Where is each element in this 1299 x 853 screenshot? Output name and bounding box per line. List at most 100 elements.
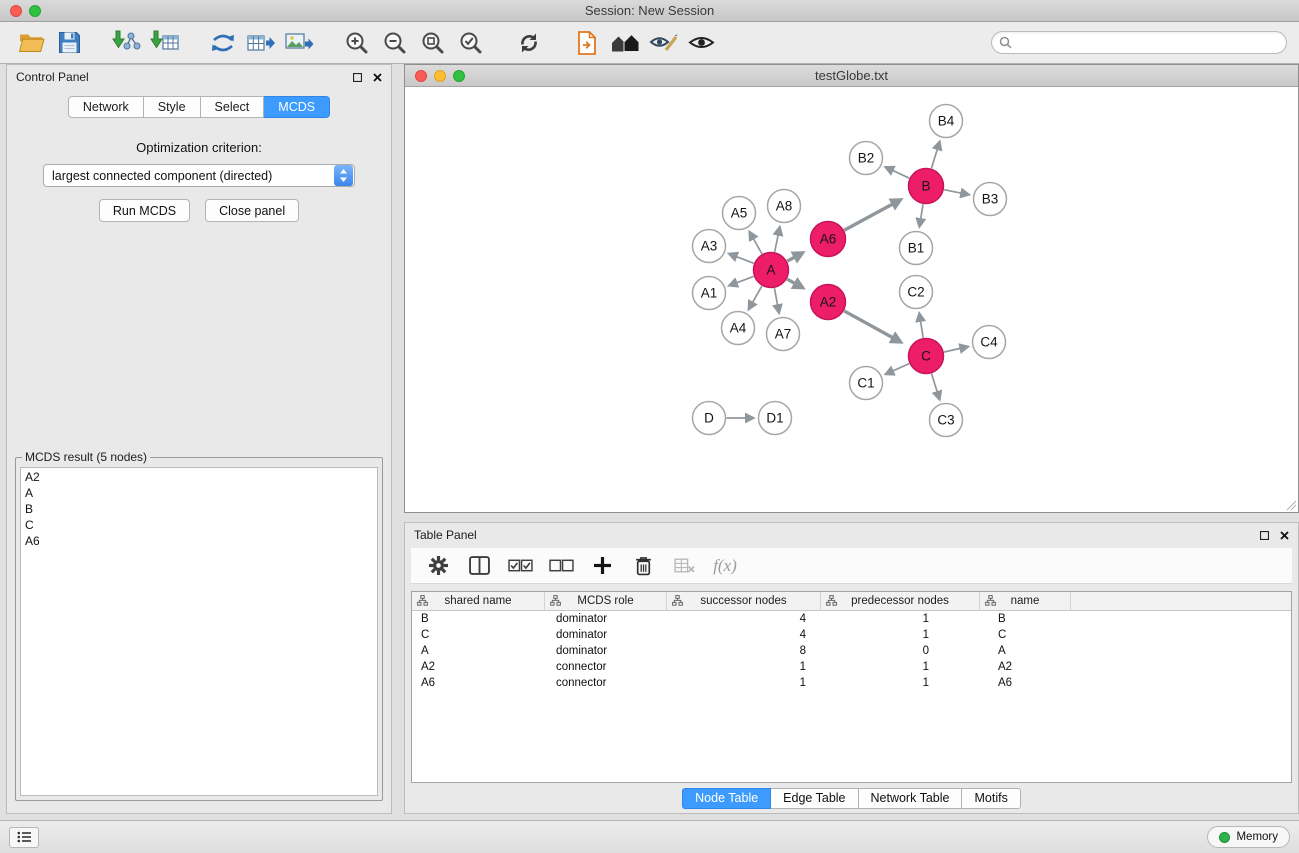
- graph-edge-A-A2[interactable]: [787, 279, 802, 288]
- table-row-a[interactable]: Adominator80A: [412, 643, 1291, 659]
- close-panel-button[interactable]: Close panel: [205, 199, 299, 222]
- graph-edge-B-B2[interactable]: [886, 168, 909, 179]
- table-cell[interactable]: C: [980, 629, 1071, 641]
- open-session-button[interactable]: [14, 26, 48, 60]
- graph-node-B2[interactable]: B2: [850, 142, 883, 175]
- tab-edge-table[interactable]: Edge Table: [771, 788, 858, 809]
- column-header-shared-name[interactable]: shared name: [412, 592, 545, 610]
- table-row-c[interactable]: Cdominator41C: [412, 627, 1291, 643]
- table-row-b[interactable]: Bdominator41B: [412, 611, 1291, 627]
- network-transfer-button[interactable]: [206, 26, 240, 60]
- graph-edge-B-B4[interactable]: [931, 143, 939, 169]
- table-settings-button[interactable]: [425, 551, 451, 581]
- table-cell[interactable]: dominator: [545, 645, 667, 657]
- table-cell[interactable]: 4: [667, 613, 821, 625]
- tab-style[interactable]: Style: [144, 96, 201, 118]
- network-canvas[interactable]: B4B2BB3A5A8A6B1A3AC2A1A2A4A7C4CC1C3DD1: [405, 87, 1298, 512]
- mcds-result-item[interactable]: C: [25, 517, 373, 533]
- table-cell[interactable]: C: [412, 629, 545, 641]
- network-zoom-button[interactable]: [453, 70, 465, 82]
- close-window-button[interactable]: [10, 5, 22, 17]
- show-hide-annotations-button[interactable]: [646, 26, 680, 60]
- graph-edge-A-A1[interactable]: [730, 276, 754, 285]
- float-panel-icon[interactable]: [353, 73, 362, 82]
- graph-node-C1[interactable]: C1: [850, 367, 883, 400]
- first-neighbors-button[interactable]: [570, 26, 604, 60]
- table-cell[interactable]: dominator: [545, 629, 667, 641]
- table-cell[interactable]: B: [980, 613, 1071, 625]
- mcds-result-item[interactable]: A6: [25, 533, 373, 549]
- graph-edge-A-A5[interactable]: [750, 233, 762, 254]
- task-history-button[interactable]: [9, 827, 39, 848]
- graph-edge-B-B3[interactable]: [944, 190, 968, 195]
- graph-node-C2[interactable]: C2: [900, 276, 933, 309]
- graph-edge-A-A3[interactable]: [730, 254, 754, 263]
- table-cell[interactable]: A2: [412, 661, 545, 673]
- table-cell[interactable]: A6: [412, 677, 545, 689]
- graph-node-A8[interactable]: A8: [768, 190, 801, 223]
- zoom-window-button[interactable]: [29, 5, 41, 17]
- graph-node-A5[interactable]: A5: [723, 197, 756, 230]
- table-cell[interactable]: B: [412, 613, 545, 625]
- graph-node-C3[interactable]: C3: [930, 404, 963, 437]
- save-session-button[interactable]: [52, 26, 86, 60]
- table-cell[interactable]: 1: [667, 661, 821, 673]
- mcds-result-item[interactable]: B: [25, 501, 373, 517]
- graph-node-A7[interactable]: A7: [767, 318, 800, 351]
- tab-motifs[interactable]: Motifs: [962, 788, 1020, 809]
- network-minimize-button[interactable]: [434, 70, 446, 82]
- run-mcds-button[interactable]: Run MCDS: [99, 199, 190, 222]
- tab-select[interactable]: Select: [201, 96, 265, 118]
- graph-node-A[interactable]: A: [754, 253, 789, 288]
- memory-button[interactable]: Memory: [1207, 826, 1290, 848]
- table-cell[interactable]: A: [980, 645, 1071, 657]
- graph-edge-A2-C[interactable]: [844, 311, 900, 342]
- table-cell[interactable]: 1: [667, 677, 821, 689]
- delete-row-button[interactable]: [630, 551, 656, 581]
- table-cell[interactable]: 0: [821, 645, 980, 657]
- graph-node-D[interactable]: D: [693, 402, 726, 435]
- refresh-button[interactable]: [512, 26, 546, 60]
- import-network-button[interactable]: [110, 26, 144, 60]
- graph-edge-A-A6[interactable]: [787, 253, 802, 261]
- graph-edge-C-C2[interactable]: [919, 314, 923, 337]
- zoom-in-button[interactable]: [340, 26, 374, 60]
- add-row-button[interactable]: [589, 551, 615, 581]
- table-cell[interactable]: 1: [821, 661, 980, 673]
- tab-network-table[interactable]: Network Table: [859, 788, 963, 809]
- show-hide-graphics-button[interactable]: [684, 26, 718, 60]
- zoom-fit-button[interactable]: [416, 26, 450, 60]
- mcds-result-item[interactable]: A: [25, 485, 373, 501]
- float-panel-icon[interactable]: [1260, 531, 1269, 540]
- show-hide-panels-button[interactable]: [608, 26, 642, 60]
- export-image-button[interactable]: [282, 26, 316, 60]
- export-table-button[interactable]: [244, 26, 278, 60]
- network-graph[interactable]: B4B2BB3A5A8A6B1A3AC2A1A2A4A7C4CC1C3DD1: [405, 87, 1298, 512]
- tab-network[interactable]: Network: [68, 96, 144, 118]
- table-cell[interactable]: A2: [980, 661, 1071, 673]
- network-window-titlebar[interactable]: testGlobe.txt: [405, 65, 1298, 87]
- table-cell[interactable]: A: [412, 645, 545, 657]
- column-header-name[interactable]: name: [980, 592, 1071, 610]
- resize-grip-icon[interactable]: [1285, 499, 1297, 511]
- table-cell[interactable]: 4: [667, 629, 821, 641]
- graph-edge-A-A8[interactable]: [775, 228, 780, 252]
- column-header-successor-nodes[interactable]: successor nodes: [667, 592, 821, 610]
- graph-node-B4[interactable]: B4: [930, 105, 963, 138]
- table-cell[interactable]: 8: [667, 645, 821, 657]
- graph-edge-A6-B[interactable]: [844, 200, 900, 230]
- table-cell[interactable]: 1: [821, 677, 980, 689]
- table-cell[interactable]: A6: [980, 677, 1071, 689]
- graph-edge-A-A7[interactable]: [774, 288, 778, 312]
- graph-edge-C-C3[interactable]: [932, 374, 940, 399]
- graph-node-C[interactable]: C: [909, 339, 944, 374]
- column-header-predecessor-nodes[interactable]: predecessor nodes: [821, 592, 980, 610]
- import-table-button[interactable]: [148, 26, 182, 60]
- criterion-dropdown[interactable]: largest connected component (directed): [43, 164, 355, 187]
- table-cell[interactable]: connector: [545, 661, 667, 673]
- graph-node-B[interactable]: B: [909, 169, 944, 204]
- mcds-result-list[interactable]: A2ABCA6: [20, 467, 378, 796]
- table-row-a6[interactable]: A6connector11A6: [412, 675, 1291, 691]
- graph-node-A4[interactable]: A4: [722, 312, 755, 345]
- toolbar-search[interactable]: [991, 31, 1287, 54]
